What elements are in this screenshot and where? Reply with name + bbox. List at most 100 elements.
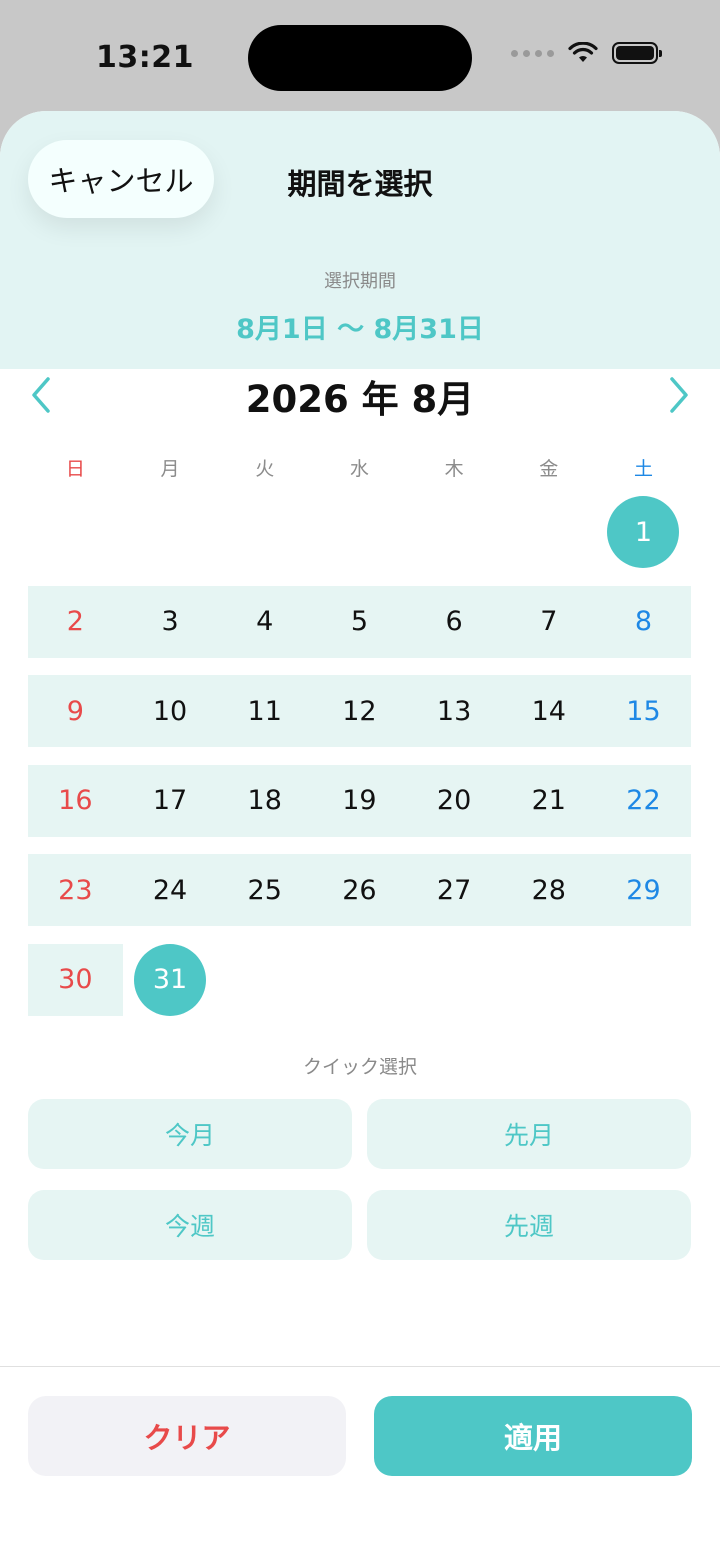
calendar-day[interactable]: 28 xyxy=(501,854,596,926)
battery-icon xyxy=(612,42,662,64)
this-month-button[interactable]: 今月 xyxy=(28,1099,352,1169)
calendar-day[interactable]: 27 xyxy=(407,854,502,926)
calendar-day-number: 28 xyxy=(531,874,566,906)
calendar-week-row: 2 3 4 5 6 7 8 xyxy=(28,585,691,658)
calendar-day[interactable]: 19 xyxy=(312,765,407,837)
weekday-label: 水 xyxy=(349,458,369,480)
calendar-day-number: 30 xyxy=(58,964,93,995)
calendar-day[interactable]: 30 xyxy=(28,944,123,1016)
calendar-day[interactable]: 18 xyxy=(217,765,312,837)
calendar-day-number: 29 xyxy=(626,874,661,906)
calendar-day[interactable]: 9 xyxy=(28,675,123,747)
selected-range-value: 8月1日 〜 8月31日 xyxy=(236,314,484,345)
calendar-day-number: 12 xyxy=(342,695,377,727)
calendar-empty-cell xyxy=(501,496,596,568)
calendar-day-number: 4 xyxy=(256,606,274,637)
weekday-label: 月 xyxy=(160,458,180,480)
calendar-empty-cell xyxy=(217,496,312,568)
weekday-label: 土 xyxy=(633,458,653,480)
calendar-day[interactable]: 7 xyxy=(501,586,596,658)
sheet-title: 期間を選択 xyxy=(287,167,433,201)
calendar-day[interactable]: 5 xyxy=(312,586,407,658)
calendar-day-number: 13 xyxy=(436,695,472,727)
calendar-week-row: 9 10 11 12 13 14 15 xyxy=(28,675,691,747)
cellular-signal-icon xyxy=(511,49,554,57)
calendar-day-number: 24 xyxy=(152,874,188,906)
calendar-day[interactable]: 10 xyxy=(123,675,218,747)
calendar-day[interactable]: 15 xyxy=(596,675,691,747)
calendar-day[interactable]: 29 xyxy=(596,854,691,926)
status-time: 13:21 xyxy=(96,40,194,75)
chevron-right-icon[interactable] xyxy=(658,375,698,415)
calendar-day-number: 5 xyxy=(350,606,368,637)
calendar-empty-cell xyxy=(501,944,596,1016)
calendar-day-number: 17 xyxy=(152,785,188,816)
calendar-day-number: 27 xyxy=(436,874,472,906)
weekday-label: 木 xyxy=(444,458,464,480)
calendar-day-number: 21 xyxy=(531,785,566,816)
screen: 13:21 キャンセル 期間を選択 選択期間 8月1日 〜 8月31日 2026… xyxy=(0,0,720,1565)
calendar-day[interactable]: 24 xyxy=(123,854,218,926)
calendar-day[interactable]: 14 xyxy=(501,675,596,747)
calendar-day[interactable]: 21 xyxy=(501,765,596,837)
sheet-header: キャンセル 期間を選択 選択期間 8月1日 〜 8月31日 xyxy=(0,111,720,369)
quick-select-label: クイック選択 xyxy=(302,1056,417,1078)
calendar-day[interactable]: 3 xyxy=(123,586,218,658)
calendar-day-number: 26 xyxy=(342,874,377,906)
calendar-day[interactable]: 11 xyxy=(217,675,312,747)
calendar-empty-cell xyxy=(217,944,312,1016)
last-month-button[interactable]: 先月 xyxy=(367,1099,691,1169)
calendar-day[interactable]: 6 xyxy=(407,586,502,658)
calendar-day-number: 2 xyxy=(66,606,84,637)
calendar-day[interactable]: 13 xyxy=(407,675,502,747)
calendar-day[interactable]: 1 xyxy=(596,496,691,568)
calendar-day-number: 20 xyxy=(436,785,472,816)
footer-divider xyxy=(0,1366,720,1367)
this-week-button[interactable]: 今週 xyxy=(28,1190,352,1260)
calendar-day-number: 9 xyxy=(66,695,84,727)
clear-button[interactable]: クリア xyxy=(28,1396,346,1476)
calendar-day-number: 14 xyxy=(531,695,566,727)
calendar-day[interactable]: 17 xyxy=(123,765,218,837)
calendar-day-number: 11 xyxy=(247,695,282,727)
calendar-day-number: 16 xyxy=(58,785,93,816)
calendar-day[interactable]: 16 xyxy=(28,765,123,837)
weekday-label: 日 xyxy=(65,458,85,480)
apply-button[interactable]: 適用 xyxy=(374,1396,692,1476)
calendar-day-number: 6 xyxy=(445,606,463,637)
calendar-day[interactable]: 20 xyxy=(407,765,502,837)
calendar-empty-cell xyxy=(312,496,407,568)
calendar-day[interactable]: 8 xyxy=(596,586,691,658)
calendar-day-number: 25 xyxy=(247,874,282,906)
weekday-label: 金 xyxy=(539,458,559,480)
calendar-day[interactable]: 31 xyxy=(123,944,218,1016)
calendar-empty-cell xyxy=(407,944,502,1016)
date-range-sheet: キャンセル 期間を選択 選択期間 8月1日 〜 8月31日 2026 年 8月 … xyxy=(0,111,720,1565)
calendar-day-number: 3 xyxy=(161,606,179,637)
calendar-empty-cell xyxy=(123,496,218,568)
calendar-week-row: 16 17 18 19 20 21 22 xyxy=(28,764,691,837)
weekday-label: 火 xyxy=(255,458,275,480)
calendar-empty-cell xyxy=(596,944,691,1016)
calendar-day-number: 10 xyxy=(152,695,188,727)
calendar-day[interactable]: 23 xyxy=(28,854,123,926)
wifi-icon xyxy=(568,42,598,62)
calendar-day[interactable]: 22 xyxy=(596,765,691,837)
status-icons xyxy=(511,42,662,64)
calendar-day[interactable]: 25 xyxy=(217,854,312,926)
selected-range-label: 選択期間 xyxy=(324,271,396,292)
last-week-button[interactable]: 先週 xyxy=(367,1190,691,1260)
calendar-day[interactable]: 2 xyxy=(28,586,123,658)
calendar-empty-cell xyxy=(312,944,407,1016)
calendar-day[interactable]: 12 xyxy=(312,675,407,747)
calendar-day-number: 18 xyxy=(247,785,282,816)
calendar-day-number: 31 xyxy=(152,964,188,995)
calendar-day-number: 19 xyxy=(342,785,377,816)
calendar-day-number: 23 xyxy=(58,874,93,906)
calendar-day[interactable]: 26 xyxy=(312,854,407,926)
calendar-day[interactable]: 4 xyxy=(217,586,312,658)
calendar-day-number: 8 xyxy=(634,606,653,637)
calendar-week-row: 30 31 xyxy=(28,943,691,1016)
calendar-grid: 1 2 3 4 5 6 7 8 9 10 11 12 13 14 15 16 17 18 19 20 21 22 23 24 2… xyxy=(28,496,691,1033)
calendar-empty-cell xyxy=(407,496,502,568)
